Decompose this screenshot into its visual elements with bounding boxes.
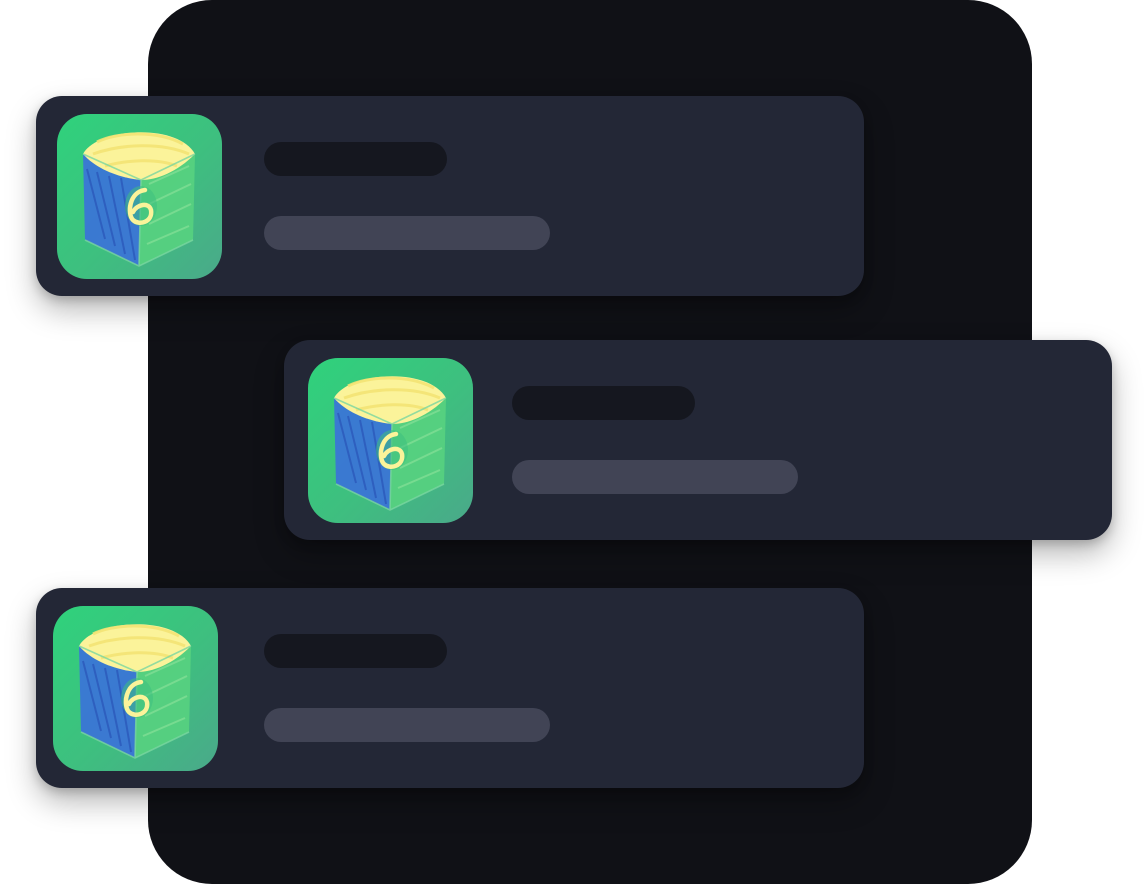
title-placeholder bbox=[264, 142, 447, 176]
subtitle-placeholder bbox=[512, 460, 798, 494]
illustration-stage bbox=[0, 0, 1145, 884]
list-item[interactable] bbox=[36, 96, 864, 296]
sketched-box-app-icon bbox=[308, 358, 473, 523]
list-item[interactable] bbox=[36, 588, 864, 788]
title-placeholder bbox=[512, 386, 695, 420]
subtitle-placeholder bbox=[264, 216, 550, 250]
sketched-box-app-icon bbox=[57, 114, 222, 279]
subtitle-placeholder bbox=[264, 708, 550, 742]
sketched-box-app-icon bbox=[53, 606, 218, 771]
list-item[interactable] bbox=[284, 340, 1112, 540]
title-placeholder bbox=[264, 634, 447, 668]
